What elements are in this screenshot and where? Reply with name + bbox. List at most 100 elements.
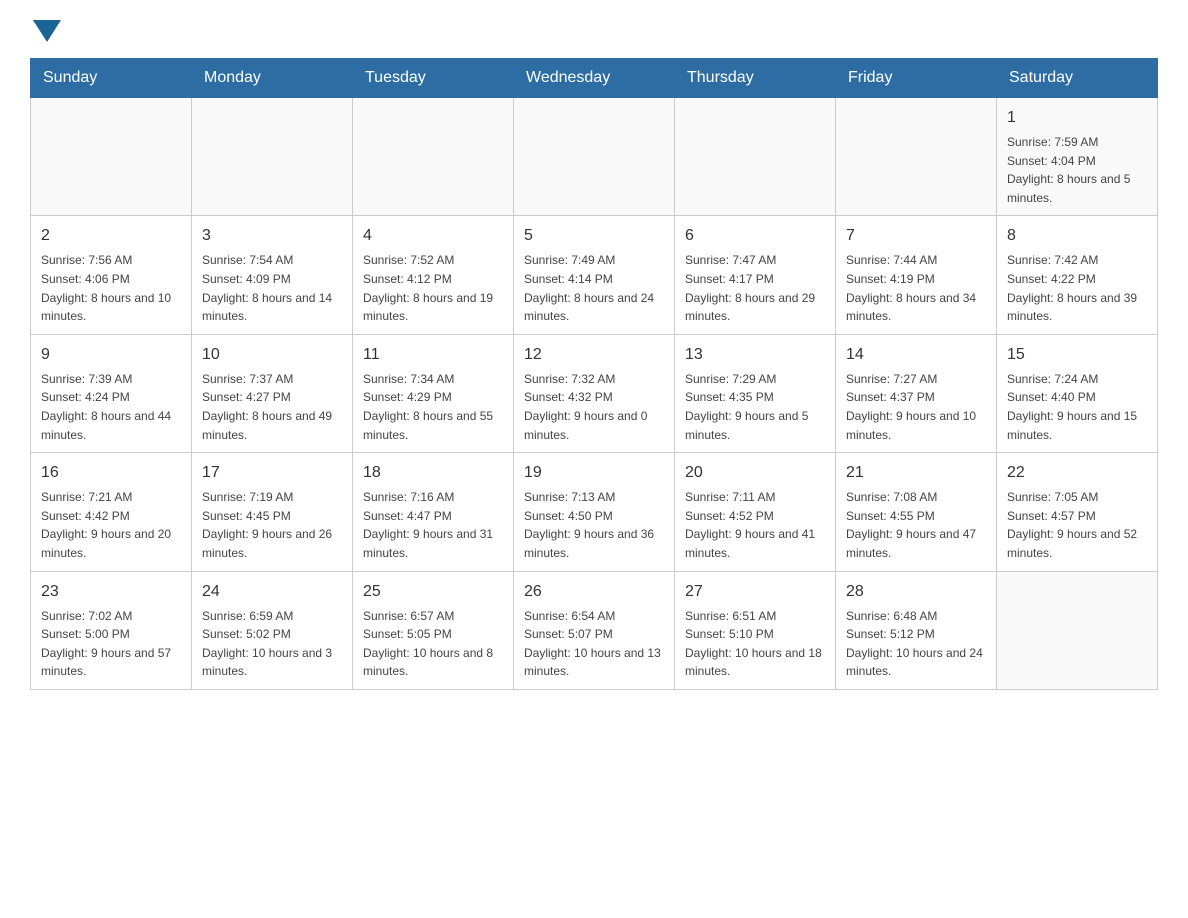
calendar-cell: 8Sunrise: 7:42 AMSunset: 4:22 PMDaylight… [997,216,1158,334]
day-number: 14 [846,343,986,367]
calendar-cell: 26 Sunrise: 6:54 AMSunset: 5:07 PMDayligh… [514,571,675,689]
day-number: 19 [524,461,664,485]
column-header-sunday: Sunday [31,59,192,98]
calendar-cell: 4 Sunrise: 7:52 AMSunset: 4:12 PMDaylight… [353,216,514,334]
day-number: 21 [846,461,986,485]
column-header-monday: Monday [192,59,353,98]
column-header-saturday: Saturday [997,59,1158,98]
page-header [30,20,1158,38]
day-info: Sunrise: 7:19 AMSunset: 4:45 PMDaylight:… [202,488,342,562]
day-number: 12 [524,343,664,367]
calendar-cell [675,98,836,216]
day-number: 24 [202,580,342,604]
day-info: Sunrise: 7:02 AMSunset: 5:00 PMDaylight:… [41,607,181,681]
day-number: 15 [1007,343,1147,367]
calendar-cell: 13Sunrise: 7:29 AMSunset: 4:35 PMDayligh… [675,334,836,452]
day-info: Sunrise: 6:48 AMSunset: 5:12 PMDaylight:… [846,607,986,681]
day-info: Sunrise: 7:56 AMSunset: 4:06 PMDaylight:… [41,251,181,325]
day-info: Sunrise: 7:24 AMSunset: 4:40 PMDaylight:… [1007,370,1147,444]
calendar-cell: 10Sunrise: 7:37 AMSunset: 4:27 PMDayligh… [192,334,353,452]
day-number: 26 [524,580,664,604]
column-header-thursday: Thursday [675,59,836,98]
column-header-wednesday: Wednesday [514,59,675,98]
calendar-cell: 5 Sunrise: 7:49 AMSunset: 4:14 PMDaylight… [514,216,675,334]
week-row-4: 16 Sunrise: 7:21 AMSunset: 4:42 PMDayligh… [31,453,1158,571]
calendar-cell: 20 Sunrise: 7:11 AMSunset: 4:52 PMDayligh… [675,453,836,571]
day-info: Sunrise: 7:52 AMSunset: 4:12 PMDaylight:… [363,251,503,325]
day-info: Sunrise: 6:59 AMSunset: 5:02 PMDaylight:… [202,607,342,681]
day-number: 6 [685,224,825,248]
day-number: 13 [685,343,825,367]
day-info: Sunrise: 7:08 AMSunset: 4:55 PMDaylight:… [846,488,986,562]
week-row-2: 2 Sunrise: 7:56 AMSunset: 4:06 PMDaylight… [31,216,1158,334]
day-number: 23 [41,580,181,604]
calendar-cell: 25 Sunrise: 6:57 AMSunset: 5:05 PMDayligh… [353,571,514,689]
day-number: 27 [685,580,825,604]
day-number: 5 [524,224,664,248]
day-info: Sunrise: 7:32 AMSunset: 4:32 PMDaylight:… [524,370,664,444]
day-number: 4 [363,224,503,248]
day-info: Sunrise: 7:44 AMSunset: 4:19 PMDaylight:… [846,251,986,325]
week-row-1: 1 Sunrise: 7:59 AMSunset: 4:04 PMDaylight… [31,98,1158,216]
calendar-cell: 28 Sunrise: 6:48 AMSunset: 5:12 PMDayligh… [836,571,997,689]
day-info: Sunrise: 7:16 AMSunset: 4:47 PMDaylight:… [363,488,503,562]
day-number: 3 [202,224,342,248]
day-info: Sunrise: 7:39 AMSunset: 4:24 PMDaylight:… [41,370,181,444]
day-number: 11 [363,343,503,367]
calendar-cell [192,98,353,216]
column-header-friday: Friday [836,59,997,98]
day-number: 8 [1007,224,1147,248]
day-info: Sunrise: 7:49 AMSunset: 4:14 PMDaylight:… [524,251,664,325]
calendar-cell: 3 Sunrise: 7:54 AMSunset: 4:09 PMDaylight… [192,216,353,334]
calendar-cell [997,571,1158,689]
day-number: 7 [846,224,986,248]
calendar-cell: 2 Sunrise: 7:56 AMSunset: 4:06 PMDaylight… [31,216,192,334]
calendar-cell: 27 Sunrise: 6:51 AMSunset: 5:10 PMDayligh… [675,571,836,689]
logo-triangle-icon [33,20,61,42]
calendar-cell: 21 Sunrise: 7:08 AMSunset: 4:55 PMDayligh… [836,453,997,571]
calendar-cell: 16 Sunrise: 7:21 AMSunset: 4:42 PMDayligh… [31,453,192,571]
calendar-cell [514,98,675,216]
calendar-cell [836,98,997,216]
column-header-tuesday: Tuesday [353,59,514,98]
day-info: Sunrise: 7:34 AMSunset: 4:29 PMDaylight:… [363,370,503,444]
day-info: Sunrise: 7:54 AMSunset: 4:09 PMDaylight:… [202,251,342,325]
calendar-cell: 15 Sunrise: 7:24 AMSunset: 4:40 PMDayligh… [997,334,1158,452]
week-row-3: 9 Sunrise: 7:39 AMSunset: 4:24 PMDaylight… [31,334,1158,452]
day-info: Sunrise: 7:59 AMSunset: 4:04 PMDaylight:… [1007,133,1147,207]
day-number: 9 [41,343,181,367]
day-info: Sunrise: 7:21 AMSunset: 4:42 PMDaylight:… [41,488,181,562]
day-number: 28 [846,580,986,604]
day-info: Sunrise: 7:05 AMSunset: 4:57 PMDaylight:… [1007,488,1147,562]
calendar-cell [353,98,514,216]
day-info: Sunrise: 7:27 AMSunset: 4:37 PMDaylight:… [846,370,986,444]
calendar-cell: 1 Sunrise: 7:59 AMSunset: 4:04 PMDaylight… [997,98,1158,216]
calendar-cell: 9 Sunrise: 7:39 AMSunset: 4:24 PMDaylight… [31,334,192,452]
calendar-cell: 19 Sunrise: 7:13 AMSunset: 4:50 PMDayligh… [514,453,675,571]
calendar-cell: 23 Sunrise: 7:02 AMSunset: 5:00 PMDayligh… [31,571,192,689]
calendar-table: SundayMondayTuesdayWednesdayThursdayFrid… [30,58,1158,690]
day-info: Sunrise: 6:51 AMSunset: 5:10 PMDaylight:… [685,607,825,681]
calendar-cell: 11 Sunrise: 7:34 AMSunset: 4:29 PMDayligh… [353,334,514,452]
calendar-cell: 14 Sunrise: 7:27 AMSunset: 4:37 PMDayligh… [836,334,997,452]
day-info: Sunrise: 7:11 AMSunset: 4:52 PMDaylight:… [685,488,825,562]
day-number: 25 [363,580,503,604]
day-info: Sunrise: 6:57 AMSunset: 5:05 PMDaylight:… [363,607,503,681]
day-number: 22 [1007,461,1147,485]
calendar-header-row: SundayMondayTuesdayWednesdayThursdayFrid… [31,59,1158,98]
calendar-cell: 18 Sunrise: 7:16 AMSunset: 4:47 PMDayligh… [353,453,514,571]
day-info: Sunrise: 6:54 AMSunset: 5:07 PMDaylight:… [524,607,664,681]
day-number: 20 [685,461,825,485]
calendar-cell: 17Sunrise: 7:19 AMSunset: 4:45 PMDayligh… [192,453,353,571]
day-number: 1 [1007,106,1147,130]
calendar-cell: 22 Sunrise: 7:05 AMSunset: 4:57 PMDayligh… [997,453,1158,571]
calendar-cell: 24 Sunrise: 6:59 AMSunset: 5:02 PMDayligh… [192,571,353,689]
day-number: 16 [41,461,181,485]
day-info: Sunrise: 7:13 AMSunset: 4:50 PMDaylight:… [524,488,664,562]
day-info: Sunrise: 7:47 AMSunset: 4:17 PMDaylight:… [685,251,825,325]
calendar-cell: 6 Sunrise: 7:47 AMSunset: 4:17 PMDaylight… [675,216,836,334]
day-info: Sunrise: 7:37 AMSunset: 4:27 PMDaylight:… [202,370,342,444]
day-number: 2 [41,224,181,248]
day-number: 18 [363,461,503,485]
week-row-5: 23 Sunrise: 7:02 AMSunset: 5:00 PMDayligh… [31,571,1158,689]
